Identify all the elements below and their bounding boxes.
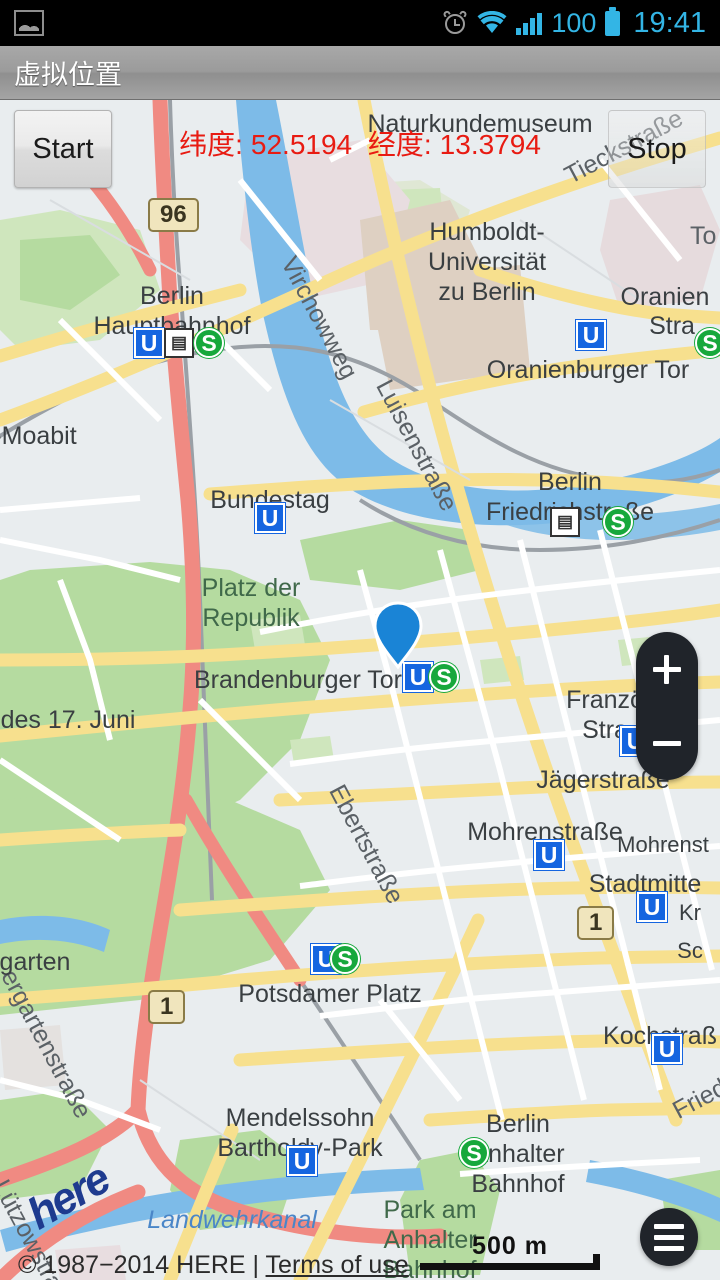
ubahn-icon: U (652, 1034, 682, 1064)
zoom-in-button[interactable] (636, 632, 698, 706)
sbahn-icon: S (459, 1138, 489, 1168)
map-label: Oranien (620, 283, 710, 311)
map-label: Sc (677, 938, 703, 963)
map-label: Republik (202, 604, 300, 632)
sbahn-icon: S (695, 328, 720, 358)
road-shield: 96 (148, 198, 199, 232)
battery-full-icon (605, 6, 621, 36)
road-shield: 1 (148, 990, 186, 1024)
sbahn-icon: S (603, 507, 633, 537)
status-bar-clock: 19:41 (633, 6, 706, 39)
ubahn-icon: U (637, 892, 667, 922)
road-shield: 1 (577, 906, 615, 940)
status-bar: 100 19:41 (0, 0, 720, 46)
map-label: To (690, 222, 717, 250)
sbahn-icon: S (330, 944, 360, 974)
sbahn-icon: S (429, 662, 459, 692)
map-label: zu Berlin (438, 278, 536, 306)
sbahn-icon: S (194, 328, 224, 358)
map-label: Berlin (486, 1110, 550, 1138)
map-label: Mohrenst (617, 832, 709, 857)
map-label: Landwehrkanal (147, 1206, 317, 1234)
stop-button[interactable]: Stop (608, 110, 706, 188)
app-root: 100 19:41 虚拟位置 Naturkundemuseum 96 Humbo… (0, 0, 720, 1280)
map-label: Naturkundemuseum (367, 110, 593, 138)
hamburger-menu-icon (654, 1223, 684, 1229)
app-title-bar: 虚拟位置 (0, 46, 720, 100)
ubahn-icon: U (534, 840, 564, 870)
map-label: Berlin (538, 468, 602, 496)
ubahn-icon: U (255, 503, 285, 533)
ubahn-icon: U (287, 1146, 317, 1176)
map-label: Kr (679, 900, 701, 925)
map-label: -Moabit (0, 422, 77, 450)
map-scale-bar: 500 m (420, 1232, 600, 1270)
map-label: Park am (383, 1196, 477, 1224)
map-label: Brandenburger Tor (193, 666, 403, 694)
map-label: Potsdamer Platz (238, 980, 422, 1008)
map-scale-label: 500 m (472, 1232, 548, 1260)
map-canvas[interactable]: Naturkundemuseum96TieckstraßeHumboldt-Un… (0, 100, 720, 1280)
location-pin-icon[interactable] (372, 600, 424, 670)
map-label: Berlin (140, 282, 204, 310)
map-label: garten (0, 948, 71, 976)
train-station-icon: ▤ (550, 507, 580, 537)
map-label: Universität (427, 248, 547, 276)
battery-percent-label: 100 (551, 7, 597, 38)
ubahn-icon: U (576, 320, 606, 350)
map-label: Oranienburger Tor (486, 356, 690, 384)
map-label: Stra (649, 312, 695, 340)
app-title: 虚拟位置 (14, 60, 122, 90)
start-button[interactable]: Start (14, 110, 112, 188)
map-scale-line (420, 1254, 600, 1270)
map-label: Platz der (201, 574, 301, 602)
map-label: Humboldt- (429, 218, 545, 246)
copyright-text: © 1987−2014 HERE | (18, 1251, 266, 1279)
terms-of-use-link[interactable]: Terms of use (266, 1251, 409, 1279)
status-bar-right: 100 19:41 (442, 6, 720, 40)
map-copyright: © 1987−2014 HERE | Terms of use (18, 1251, 409, 1280)
status-bar-left (0, 10, 44, 36)
zoom-out-button[interactable] (636, 706, 698, 780)
map-label: Franzö (566, 686, 644, 714)
wifi-icon (477, 10, 507, 35)
map-label: Bahnhof (471, 1170, 565, 1198)
train-station-icon: ▤ (164, 328, 194, 358)
map-menu-button[interactable] (640, 1208, 698, 1266)
cell-signal-icon (516, 11, 543, 35)
ubahn-icon: U (134, 328, 164, 358)
alarm-clock-icon (442, 9, 469, 36)
image-icon (14, 10, 44, 36)
zoom-control[interactable] (636, 632, 698, 780)
map-label: des 17. Juni (0, 706, 136, 734)
map-label: Mendelssohn (225, 1104, 375, 1132)
minus-icon (653, 741, 681, 746)
